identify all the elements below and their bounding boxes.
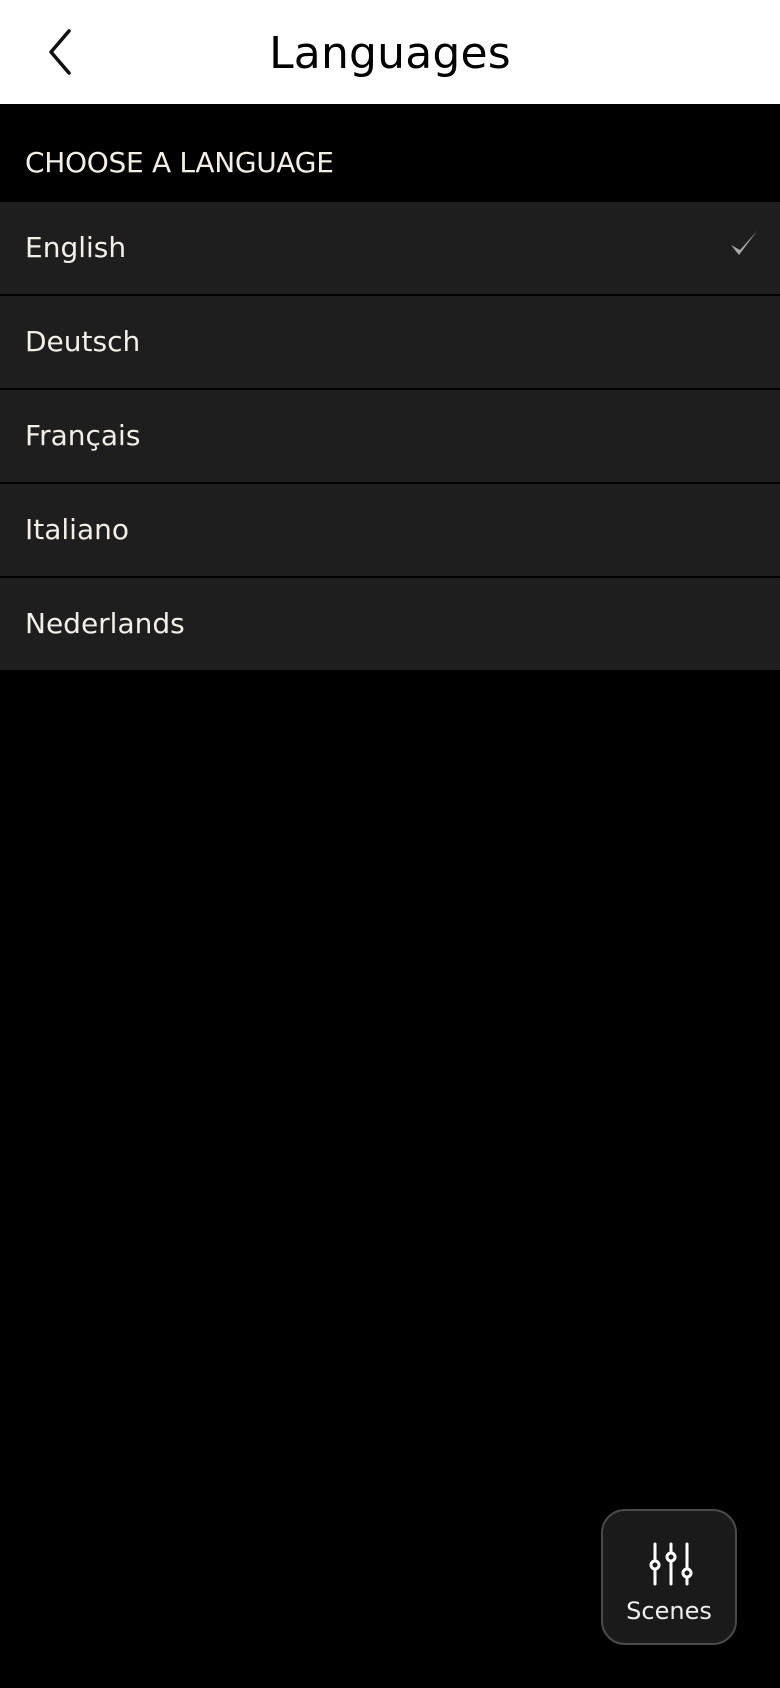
language-item-english[interactable]: English [0, 202, 780, 296]
language-label: Nederlands [25, 607, 185, 640]
checkmark-icon [731, 231, 757, 255]
sliders-icon [649, 1542, 693, 1586]
language-item-deutsch[interactable]: Deutsch [0, 296, 780, 390]
language-label: Français [25, 419, 141, 452]
language-item-francais[interactable]: Français [0, 390, 780, 484]
section-header: CHOOSE A LANGUAGE [25, 146, 334, 179]
scenes-label: Scenes [626, 1597, 712, 1625]
language-label: English [25, 231, 127, 264]
page-title: Languages [269, 28, 511, 79]
language-list: English Deutsch Français Italiano Nederl… [0, 202, 780, 670]
scenes-button[interactable]: Scenes [601, 1509, 737, 1645]
language-item-italiano[interactable]: Italiano [0, 484, 780, 578]
top-bar: Languages [0, 0, 780, 104]
language-item-nederlands[interactable]: Nederlands [0, 578, 780, 670]
language-label: Italiano [25, 513, 129, 546]
language-label: Deutsch [25, 325, 141, 358]
